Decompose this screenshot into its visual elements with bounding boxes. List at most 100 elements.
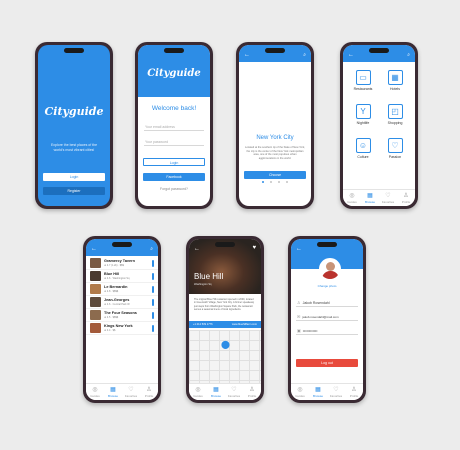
search-icon[interactable]: ⌕ xyxy=(407,52,410,58)
back-arrow-icon[interactable]: ← xyxy=(348,52,354,58)
category-nightlife[interactable]: Y Nightlife xyxy=(351,104,375,125)
search-icon[interactable]: ⌕ xyxy=(150,246,153,252)
tab-bar: ◎ Guides ▦ Browse ♡ Favorites ♙ Profile xyxy=(291,383,363,400)
email-field[interactable]: ✉ jakob.rosendahl@mail.com xyxy=(296,313,358,321)
welcome-title: Welcome back! xyxy=(151,105,197,112)
theater-icon: ☺ xyxy=(355,138,371,153)
tab-label: Profile xyxy=(401,200,411,204)
list-item[interactable]: Le Bernardin ★ 4.8 · $$$$ xyxy=(86,283,158,296)
place-name: Blue Hill xyxy=(194,272,224,281)
category-restaurants[interactable]: ▭ Restaurants xyxy=(351,70,375,91)
phone-number[interactable]: +1 212 539 1776 xyxy=(193,323,213,326)
list-item[interactable]: Blue Hill ★ 4.6 · Washington Sq xyxy=(86,270,158,283)
change-photo-link[interactable]: Change photo xyxy=(291,284,363,288)
item-title: Gramercy Tavern xyxy=(104,259,135,263)
tab-favorites[interactable]: ♡ Favorites xyxy=(327,384,345,400)
compass-icon: ◎ xyxy=(195,387,201,393)
category-label: Shopping xyxy=(387,121,403,125)
heart-icon: ♡ xyxy=(231,387,237,393)
item-title: The Four Seasons xyxy=(104,311,137,315)
mail-icon: ✉ xyxy=(297,313,301,319)
back-arrow-icon[interactable]: ← xyxy=(194,246,200,252)
category-label: Restaurants xyxy=(353,87,373,91)
tab-profile[interactable]: ♙ Profile xyxy=(243,384,261,400)
password-field[interactable]: Your password xyxy=(144,138,204,146)
heart-icon[interactable]: ♥ xyxy=(252,245,256,251)
thumbnail xyxy=(90,284,101,294)
page-dot xyxy=(269,180,273,183)
tab-favorites[interactable]: ♡ Favorites xyxy=(122,384,140,400)
avatar-head xyxy=(326,262,335,271)
avatar-body xyxy=(322,271,339,279)
category-hotels[interactable]: ▦ Hotels xyxy=(383,70,407,91)
item-title: Blue Hill xyxy=(104,272,120,276)
tab-label: Guides xyxy=(193,394,203,398)
tab-browse[interactable]: ▦ Browse xyxy=(361,190,379,206)
email-field[interactable]: Your email address xyxy=(144,123,204,131)
tab-bar: ◎ Guides ▦ Browse ♡ Favorites ♙ Profile xyxy=(189,383,261,400)
back-arrow-icon[interactable]: ← xyxy=(244,52,250,58)
category-shopping[interactable]: ◰ Shopping xyxy=(383,104,407,125)
login-button[interactable]: Login xyxy=(43,173,105,181)
avatar[interactable] xyxy=(319,258,341,280)
map-pin-icon: ⬤ xyxy=(221,340,230,349)
list-item[interactable]: The Four Seasons ★ 4.5 · $$$$ xyxy=(86,309,158,322)
tab-browse[interactable]: ▦ Browse xyxy=(309,384,327,400)
phone-notch xyxy=(317,242,337,247)
email-value: jakob.rosendahl@mail.com xyxy=(302,314,339,319)
categories-screen: ← ⌕ ▭ Restaurants ▦ Hotels Y Nightlife ◰… xyxy=(343,45,415,206)
list-item[interactable]: Kings New York ★ 4.4 · $$ xyxy=(86,322,158,335)
map-view[interactable]: ⬤ xyxy=(189,330,261,383)
item-title: Le Bernardin xyxy=(104,285,128,289)
tab-favorites[interactable]: ♡ Favorites xyxy=(379,190,397,206)
category-label: Passion xyxy=(388,155,402,159)
tab-bar: ◎ Guides ▦ Browse ♡ Favorites ♙ Profile xyxy=(86,383,158,400)
grid-icon: ▦ xyxy=(367,193,373,199)
profile-screen: ← Change photo ♙ Jakob Rosendahl ✉ jakob… xyxy=(291,239,363,400)
tab-favorites[interactable]: ♡ Favorites xyxy=(225,384,243,400)
search-icon[interactable]: ⌕ xyxy=(303,52,306,58)
category-passion[interactable]: ♡ Passion xyxy=(383,138,407,159)
website-link[interactable]: www.bluehillfarm.com xyxy=(232,323,257,326)
name-field[interactable]: ♙ Jakob Rosendahl xyxy=(296,299,358,307)
heart-icon: ♡ xyxy=(385,193,391,199)
register-button[interactable]: Register xyxy=(43,187,105,195)
phone-login: Cityguide Welcome back! Your email addre… xyxy=(135,42,213,209)
lock-icon: ▣ xyxy=(297,327,301,333)
tab-profile[interactable]: ♙ Profile xyxy=(140,384,158,400)
password-field[interactable]: ▣ •••••••••••• xyxy=(296,327,358,335)
contact-bar: +1 212 539 1776 www.bluehillfarm.com xyxy=(189,321,261,328)
tab-guides[interactable]: ◎ Guides xyxy=(189,384,207,400)
item-meta: ★ 4.7 (1.2k) · $$$ xyxy=(104,264,124,267)
logout-button[interactable]: Log out xyxy=(296,359,358,367)
facebook-button[interactable]: Facebook xyxy=(143,173,205,181)
list-item[interactable]: Gramercy Tavern ★ 4.7 (1.2k) · $$$ xyxy=(86,257,158,270)
phone-notch xyxy=(164,48,184,53)
back-arrow-icon[interactable]: ← xyxy=(91,246,97,252)
tab-label: Guides xyxy=(90,394,100,398)
tab-profile[interactable]: ♙ Profile xyxy=(397,190,415,206)
tab-browse[interactable]: ▦ Browse xyxy=(104,384,122,400)
hero-image: ← ♥ Blue Hill Washington Sq xyxy=(189,239,261,294)
category-label: Culture xyxy=(357,155,369,159)
phone-categories: ← ⌕ ▭ Restaurants ▦ Hotels Y Nightlife ◰… xyxy=(340,42,418,209)
restaurant-icon: ▭ xyxy=(355,70,371,85)
forgot-password-link[interactable]: Forgot password? xyxy=(138,187,210,191)
city-description: Located at the southern tip of the State… xyxy=(245,146,305,160)
tab-label: Favorites xyxy=(329,394,343,398)
list-item[interactable]: Jean-Georges ★ 4.6 · Central Park W xyxy=(86,296,158,309)
tab-guides[interactable]: ◎ Guides xyxy=(343,190,361,206)
tab-profile[interactable]: ♙ Profile xyxy=(345,384,363,400)
item-meta: ★ 4.4 · $$ xyxy=(104,329,116,332)
login-button[interactable]: Login xyxy=(143,158,205,166)
tab-guides[interactable]: ◎ Guides xyxy=(86,384,104,400)
heart-icon: ♡ xyxy=(333,387,339,393)
tab-guides[interactable]: ◎ Guides xyxy=(291,384,309,400)
category-label: Nightlife xyxy=(356,121,370,125)
item-meta: ★ 4.8 · $$$$ xyxy=(104,290,119,293)
category-culture[interactable]: ☺ Culture xyxy=(351,138,375,159)
tab-browse[interactable]: ▦ Browse xyxy=(207,384,225,400)
phone-notch xyxy=(112,242,132,247)
back-arrow-icon[interactable]: ← xyxy=(296,246,302,252)
page-dot xyxy=(285,180,289,183)
